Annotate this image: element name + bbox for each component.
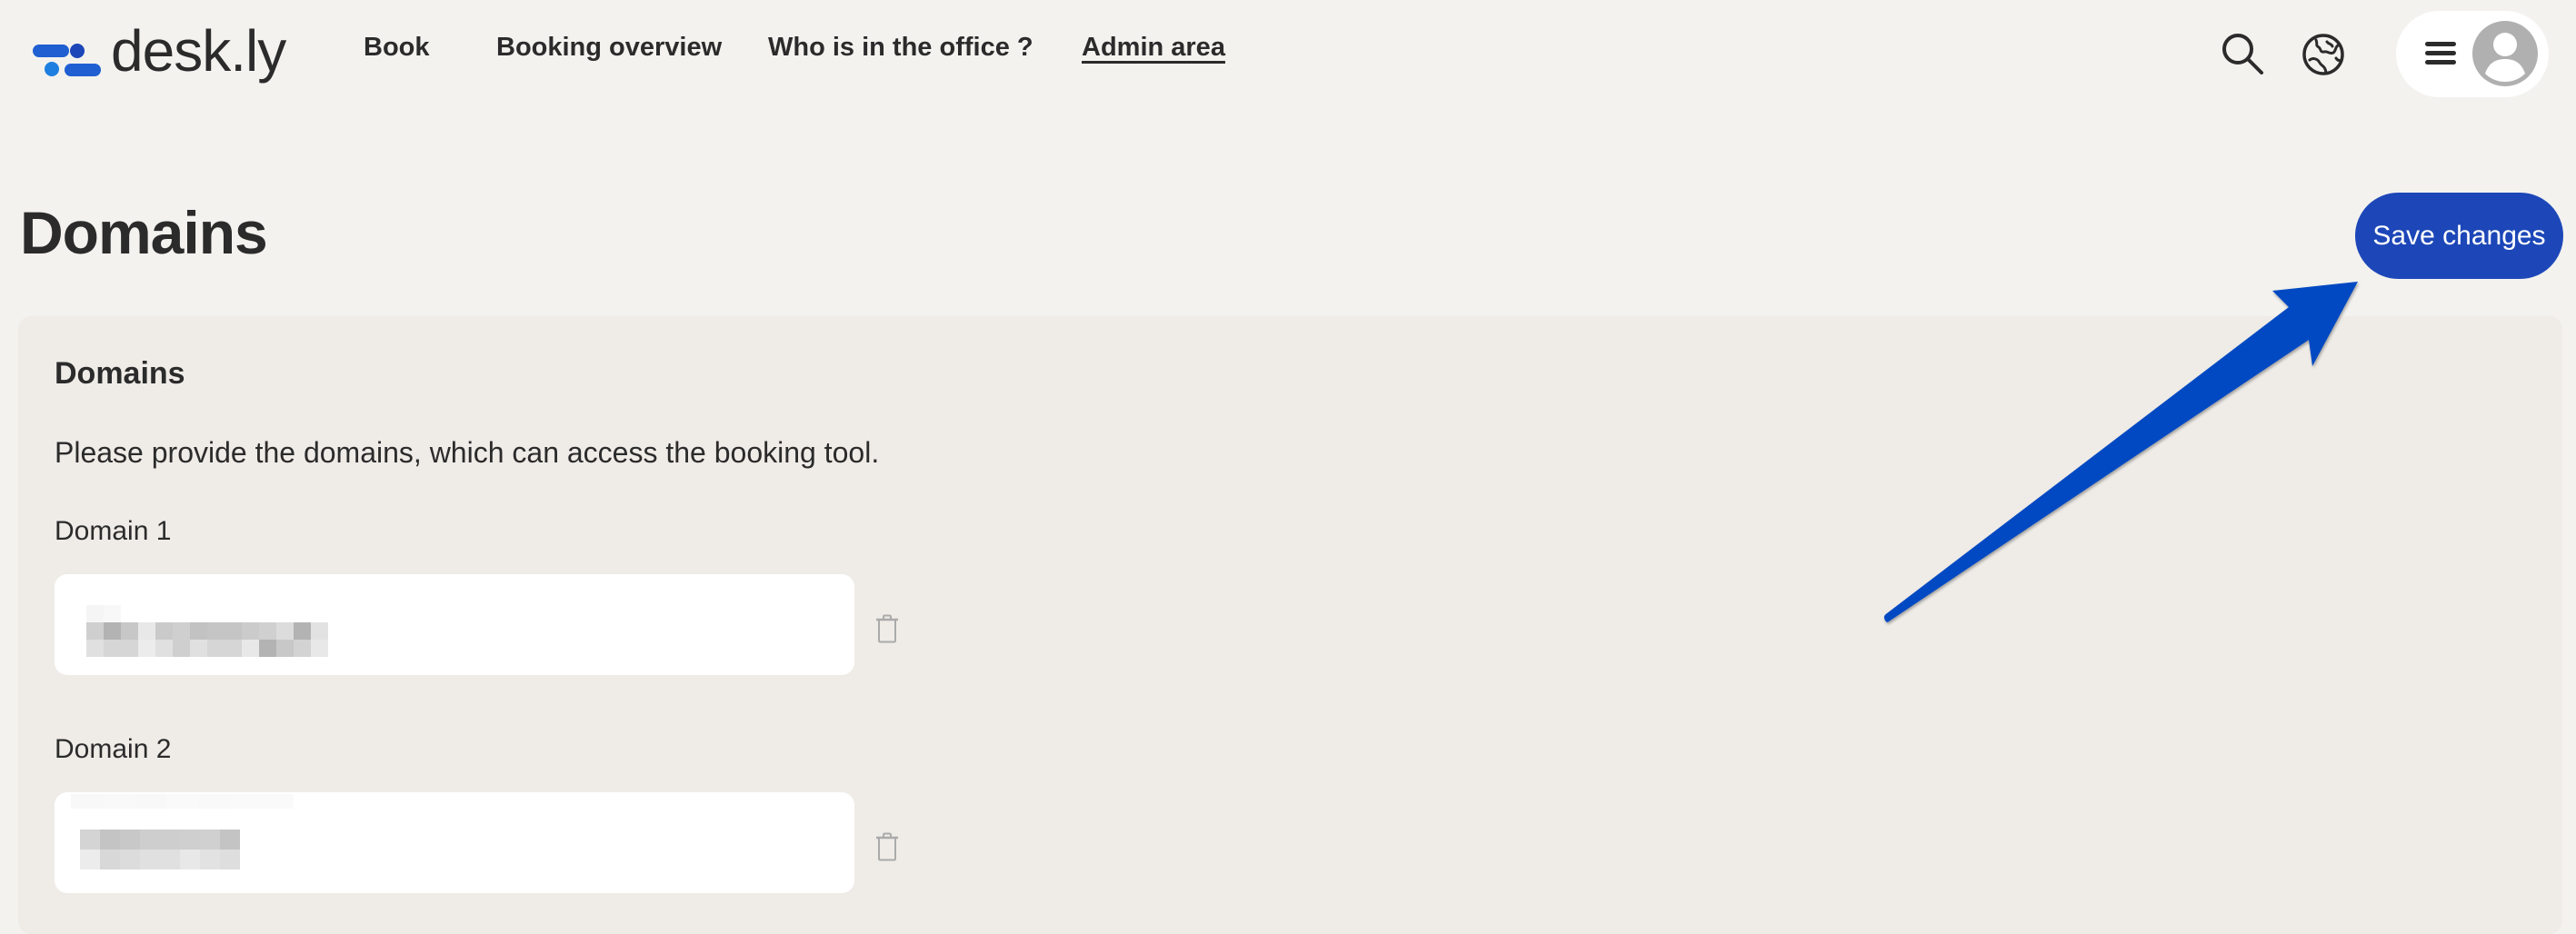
page-title: Domains [20, 199, 268, 266]
nav-admin-area[interactable]: Admin area [1082, 33, 1225, 63]
card-title: Domains [55, 356, 185, 391]
logo[interactable]: desk.ly [33, 16, 286, 93]
card-description: Please provide the domains, which can ac… [55, 436, 880, 469]
nav-book[interactable]: Book [364, 33, 430, 63]
globe-icon[interactable] [2300, 31, 2347, 78]
domain-2-input[interactable] [55, 792, 854, 893]
save-changes-button[interactable]: Save changes [2355, 193, 2563, 279]
redacted-value [80, 830, 240, 869]
search-icon[interactable] [2218, 29, 2265, 76]
domain-2-label: Domain 2 [55, 734, 172, 764]
logo-text: desk.ly [111, 18, 286, 84]
hamburger-menu-icon[interactable] [2425, 42, 2456, 67]
user-avatar-icon[interactable] [2472, 21, 2538, 86]
domain-1-input[interactable] [55, 574, 854, 675]
nav-who-is-in-the-office[interactable]: Who is in the office ? [768, 33, 1033, 63]
nav-booking-overview[interactable]: Booking overview [496, 33, 722, 63]
delete-domain-2-trash-icon[interactable] [875, 832, 899, 861]
delete-domain-1-trash-icon[interactable] [875, 614, 899, 643]
logo-mark-icon [33, 38, 102, 76]
domain-1-label: Domain 1 [55, 516, 172, 546]
redacted-value [86, 605, 328, 657]
redacted-value-shadow [71, 794, 294, 809]
